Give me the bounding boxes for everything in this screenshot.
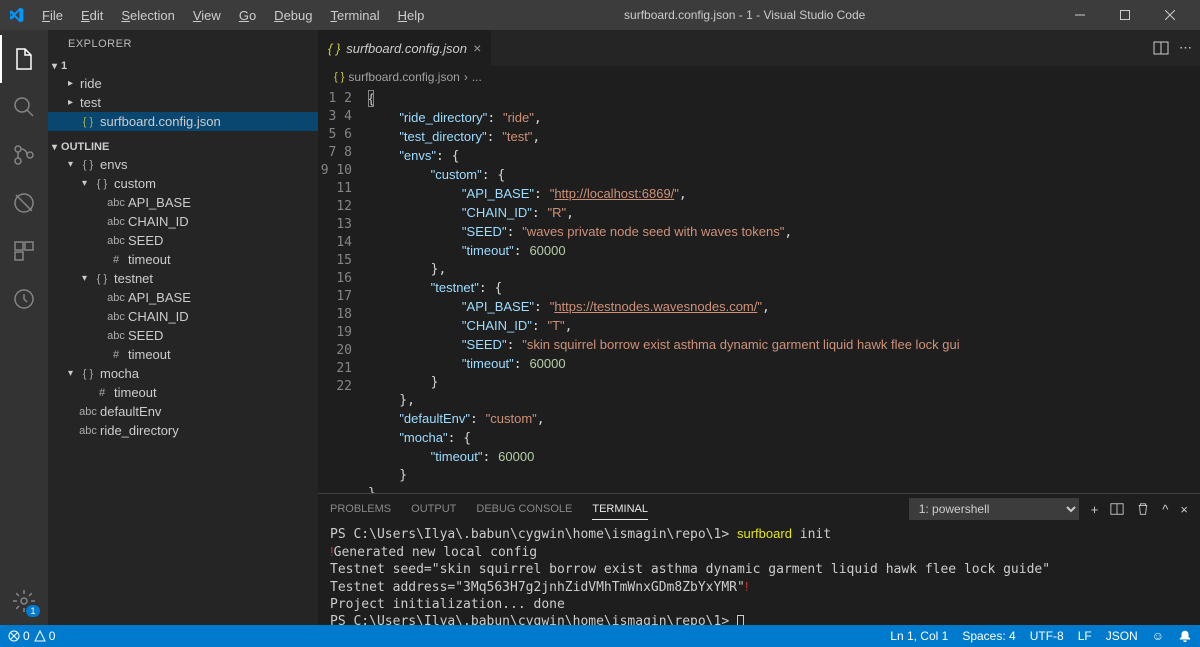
outline-item-defaultEnv[interactable]: abcdefaultEnv xyxy=(48,402,318,421)
vscode-logo-icon xyxy=(8,7,24,23)
menu-edit[interactable]: Edit xyxy=(73,4,111,27)
outline-item-mocha[interactable]: ▾{ }mocha xyxy=(48,364,318,383)
panel-tab-terminal[interactable]: TERMINAL xyxy=(592,499,648,520)
outline-item-CHAIN_ID[interactable]: abcCHAIN_ID xyxy=(48,212,318,231)
menu-help[interactable]: Help xyxy=(390,4,433,27)
tree-item-ride[interactable]: ▸ride xyxy=(48,74,318,93)
statusbar: 0 0 Ln 1, Col 1 Spaces: 4 UTF-8 LF JSON … xyxy=(0,625,1200,647)
new-terminal-icon[interactable]: + xyxy=(1091,502,1099,517)
search-icon[interactable] xyxy=(0,83,48,131)
maximize-panel-icon[interactable]: ^ xyxy=(1162,502,1168,517)
activity-bar: 1 xyxy=(0,30,48,625)
extensions-icon[interactable] xyxy=(0,227,48,275)
close-button[interactable] xyxy=(1147,0,1192,30)
menu-go[interactable]: Go xyxy=(231,4,264,27)
debug-icon[interactable] xyxy=(0,179,48,227)
window-title: surfboard.config.json - 1 - Visual Studi… xyxy=(432,8,1057,22)
tree-item-test[interactable]: ▸test xyxy=(48,93,318,112)
menu-view[interactable]: View xyxy=(185,4,229,27)
split-terminal-icon[interactable] xyxy=(1110,502,1124,516)
encoding-status[interactable]: UTF-8 xyxy=(1030,629,1064,643)
panel-tab-debug-console[interactable]: DEBUG CONSOLE xyxy=(476,499,572,520)
editor-area: { } surfboard.config.json × ⋯ { } surfbo… xyxy=(318,30,1200,625)
minimize-button[interactable] xyxy=(1057,0,1102,30)
language-status[interactable]: JSON xyxy=(1106,629,1138,643)
minimap[interactable] xyxy=(1100,88,1200,493)
panel-tab-output[interactable]: OUTPUT xyxy=(411,499,456,520)
terminal-selector[interactable]: 1: powershell xyxy=(909,498,1079,520)
outline-item-SEED[interactable]: abcSEED xyxy=(48,231,318,250)
more-actions-icon[interactable]: ⋯ xyxy=(1179,40,1192,56)
code-content[interactable]: { "ride_directory": "ride", "test_direct… xyxy=(368,88,1100,493)
eol-status[interactable]: LF xyxy=(1078,629,1092,643)
indentation-status[interactable]: Spaces: 4 xyxy=(962,629,1015,643)
gitlens-icon[interactable] xyxy=(0,275,48,323)
json-file-icon: { } xyxy=(328,41,340,56)
outline-item-ride_directory[interactable]: abcride_directory xyxy=(48,421,318,440)
panel-tabs: PROBLEMS OUTPUT DEBUG CONSOLE TERMINAL 1: p… xyxy=(318,494,1200,521)
settings-icon[interactable]: 1 xyxy=(0,577,48,625)
split-editor-icon[interactable] xyxy=(1153,40,1169,56)
menu-selection[interactable]: Selection xyxy=(113,4,182,27)
close-tab-icon[interactable]: × xyxy=(473,40,481,56)
outline-item-testnet[interactable]: ▾{ }testnet xyxy=(48,269,318,288)
outline-item-API_BASE[interactable]: abcAPI_BASE xyxy=(48,193,318,212)
breadcrumb[interactable]: { } surfboard.config.json › ... xyxy=(318,66,1200,88)
tree-item-surfboard-config-json[interactable]: { }surfboard.config.json xyxy=(48,112,318,131)
outline-item-custom[interactable]: ▾{ }custom xyxy=(48,174,318,193)
outline-item-timeout[interactable]: #timeout xyxy=(48,345,318,364)
scm-icon[interactable] xyxy=(0,131,48,179)
notifications-icon[interactable] xyxy=(1178,629,1192,643)
sidebar: EXPLORER 1 ▸ride▸test{ }surfboard.config… xyxy=(48,30,318,625)
folder-section-header[interactable]: 1 xyxy=(48,58,318,74)
feedback-icon[interactable]: ☺ xyxy=(1152,629,1164,643)
terminal-output[interactable]: PS C:\Users\Ilya\.babun\cygwin\home\isma… xyxy=(318,521,1200,625)
cursor-position[interactable]: Ln 1, Col 1 xyxy=(890,629,948,643)
editor-tab[interactable]: { } surfboard.config.json × xyxy=(318,30,492,66)
sidebar-title: EXPLORER xyxy=(48,30,318,58)
outline-item-API_BASE[interactable]: abcAPI_BASE xyxy=(48,288,318,307)
outline-item-SEED[interactable]: abcSEED xyxy=(48,326,318,345)
menu-terminal[interactable]: Terminal xyxy=(322,4,387,27)
bottom-panel: PROBLEMS OUTPUT DEBUG CONSOLE TERMINAL 1: p… xyxy=(318,493,1200,625)
outline-item-envs[interactable]: ▾{ }envs xyxy=(48,155,318,174)
outline-section-header[interactable]: OUTLINE xyxy=(48,139,318,155)
editor-tabs: { } surfboard.config.json × ⋯ xyxy=(318,30,1200,66)
outline-item-timeout[interactable]: #timeout xyxy=(48,383,318,402)
errors-status[interactable]: 0 xyxy=(8,629,30,643)
settings-badge: 1 xyxy=(26,605,40,617)
menubar: FileEditSelectionViewGoDebugTerminalHelp xyxy=(34,4,432,27)
maximize-button[interactable] xyxy=(1102,0,1147,30)
json-file-icon: { } xyxy=(334,71,344,83)
panel-tab-problems[interactable]: PROBLEMS xyxy=(330,499,391,520)
tab-label: surfboard.config.json xyxy=(346,41,467,56)
code-editor[interactable]: 1 2 3 4 5 6 7 8 9 10 11 12 13 14 15 16 1… xyxy=(318,88,1200,493)
titlebar: FileEditSelectionViewGoDebugTerminalHelp… xyxy=(0,0,1200,30)
menu-file[interactable]: File xyxy=(34,4,71,27)
warnings-status[interactable]: 0 xyxy=(34,629,56,643)
close-panel-icon[interactable]: × xyxy=(1180,502,1188,517)
outline-item-CHAIN_ID[interactable]: abcCHAIN_ID xyxy=(48,307,318,326)
menu-debug[interactable]: Debug xyxy=(266,4,320,27)
line-numbers: 1 2 3 4 5 6 7 8 9 10 11 12 13 14 15 16 1… xyxy=(318,88,368,493)
window-controls xyxy=(1057,0,1192,30)
outline-item-timeout[interactable]: #timeout xyxy=(48,250,318,269)
kill-terminal-icon[interactable] xyxy=(1136,502,1150,516)
explorer-icon[interactable] xyxy=(0,35,48,83)
